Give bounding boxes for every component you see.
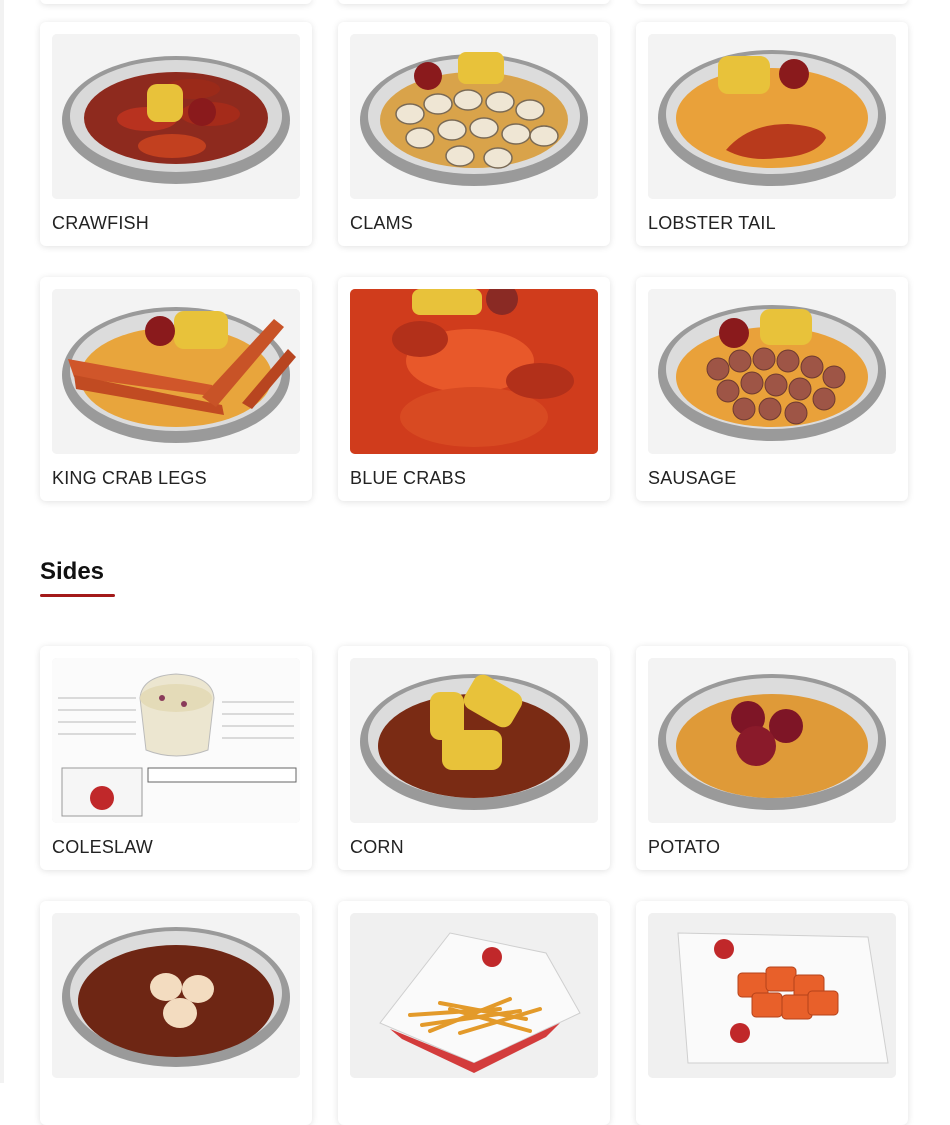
corn-plate-image xyxy=(350,658,598,823)
menu-item-label: CRAWFISH xyxy=(52,213,149,233)
menu-item-card-corn[interactable]: CORN xyxy=(338,646,610,870)
sausage-plate-image xyxy=(648,289,896,454)
eggs-plate-image xyxy=(52,913,300,1078)
blue-crabs-plate-image xyxy=(350,289,598,454)
menu-item-label: POTATO xyxy=(648,837,721,857)
menu-item-label: KING CRAB LEGS xyxy=(52,468,207,488)
fries-basket-image xyxy=(350,913,598,1078)
clams-plate-image xyxy=(350,34,598,199)
previous-row-card[interactable] xyxy=(636,0,908,4)
menu-item-card-eggs[interactable] xyxy=(40,901,312,1125)
menu-item-card-coleslaw[interactable]: COLESLAW xyxy=(40,646,312,870)
section-title-underline xyxy=(40,594,115,597)
menu-item-label: LOBSTER TAIL xyxy=(648,213,776,233)
menu-item-card-potato[interactable]: POTATO xyxy=(636,646,908,870)
crawfish-plate-image xyxy=(52,34,300,199)
menu-item-label: CLAMS xyxy=(350,213,414,233)
menu-item-card-blue-crabs[interactable]: BLUE CRABS xyxy=(338,277,610,501)
coleslaw-image xyxy=(52,658,300,823)
page-left-edge xyxy=(0,0,4,1083)
menu-item-card-king-crab-legs[interactable]: KING CRAB LEGS xyxy=(40,277,312,501)
menu-item-card-sausage[interactable]: SAUSAGE xyxy=(636,277,908,501)
previous-row-card[interactable] xyxy=(338,0,610,4)
menu-item-label: CORN xyxy=(350,837,404,857)
previous-row-card[interactable] xyxy=(40,0,312,4)
section-title-sides: Sides xyxy=(40,558,105,585)
menu-item-card-waffle-fries[interactable] xyxy=(636,901,908,1125)
waffle-fries-basket-image xyxy=(648,913,896,1078)
lobster-tail-plate-image xyxy=(648,34,896,199)
menu-item-card-fries[interactable] xyxy=(338,901,610,1125)
menu-item-card-clams[interactable]: CLAMS xyxy=(338,22,610,246)
menu-item-label: BLUE CRABS xyxy=(350,468,467,488)
menu-item-card-lobster-tail[interactable]: LOBSTER TAIL xyxy=(636,22,908,246)
menu-item-card-crawfish[interactable]: CRAWFISH xyxy=(40,22,312,246)
potato-plate-image xyxy=(648,658,896,823)
menu-item-label: SAUSAGE xyxy=(648,468,737,488)
menu-item-label: COLESLAW xyxy=(52,837,153,857)
king-crab-legs-plate-image xyxy=(52,289,300,454)
